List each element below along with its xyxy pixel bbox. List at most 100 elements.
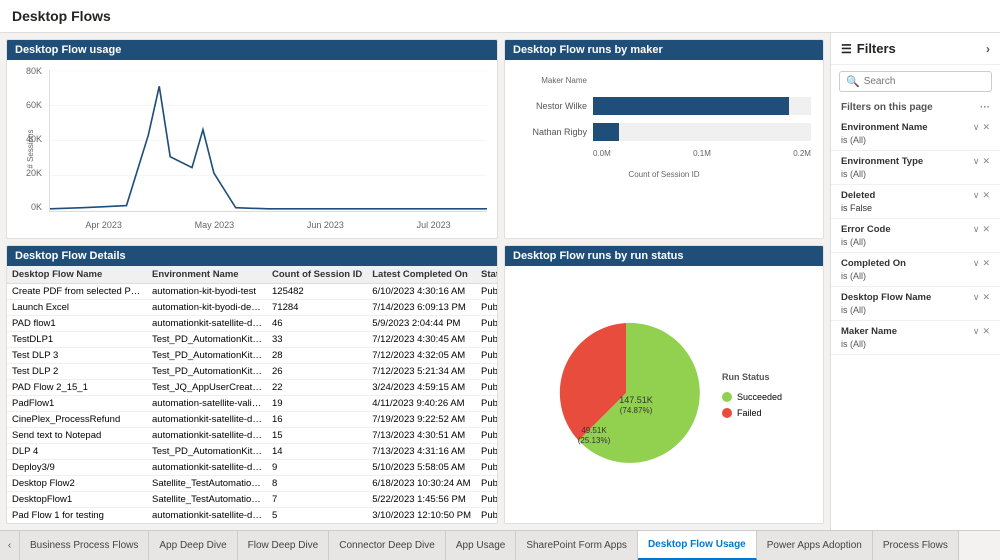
filter-clear-icon[interactable]: ✕ xyxy=(982,190,990,201)
page-header: Desktop Flows xyxy=(0,0,1000,33)
table-row[interactable]: PAD Flow 2_15_1Test_JQ_AppUserCreation22… xyxy=(7,380,497,396)
filter-value: is (All) xyxy=(841,305,990,315)
table-cell: Create PDF from selected PDF page(s) - C… xyxy=(7,284,147,300)
tab-app-usage[interactable]: App Usage xyxy=(446,531,516,560)
filter-expand-icon[interactable]: ∨ xyxy=(973,156,980,167)
filter-clear-icon[interactable]: ✕ xyxy=(982,258,990,269)
status-card: Desktop Flow runs by run status xyxy=(504,245,824,524)
filters-scroll[interactable]: Environment Name ∨ ✕ is (All) Environmen… xyxy=(831,117,1000,530)
col-flow-name: Desktop Flow Name xyxy=(7,266,147,284)
table-row[interactable]: PadFlow1automation-satellite-validation1… xyxy=(7,396,497,412)
filter-item[interactable]: Environment Name ∨ ✕ is (All) xyxy=(831,117,1000,151)
filter-item[interactable]: Deleted ∨ ✕ is False xyxy=(831,185,1000,219)
maker-row-nestor: Nestor Wilke xyxy=(517,97,811,115)
filter-clear-icon[interactable]: ✕ xyxy=(982,156,990,167)
filters-close-button[interactable]: › xyxy=(986,42,990,56)
table-cell: Satellite_TestAutomationKIT xyxy=(147,476,267,492)
table-row[interactable]: Create PDF from selected PDF page(s) - C… xyxy=(7,284,497,300)
tab-connector-deep-dive[interactable]: Connector Deep Dive xyxy=(329,531,446,560)
tab-app-deep-dive[interactable]: App Deep Dive xyxy=(149,531,237,560)
filter-expand-icon[interactable]: ∨ xyxy=(973,122,980,133)
table-row[interactable]: DesktopFlow1Satellite_TestAutomationKIT7… xyxy=(7,492,497,508)
table-row[interactable]: Launch Excelautomation-kit-byodi-demo712… xyxy=(7,300,497,316)
table-cell: 5/9/2023 2:04:44 PM xyxy=(367,316,476,332)
maker-card-body: Maker Name Nestor Wilke Nathan Rigby xyxy=(505,60,823,238)
table-cell: 26 xyxy=(267,364,367,380)
table-cell: Published xyxy=(476,412,497,428)
filters-search-box[interactable]: 🔍 xyxy=(839,71,992,92)
bottom-row: Desktop Flow Details Desktop Flow Name E… xyxy=(6,245,824,524)
filter-expand-icon[interactable]: ∨ xyxy=(973,224,980,235)
pie-succeeded-pct: (74.87%) xyxy=(620,406,653,415)
tab-desktop-flow-usage[interactable]: Desktop Flow Usage xyxy=(638,531,757,560)
table-cell: 4/11/2023 9:40:26 AM xyxy=(367,396,476,412)
table-row[interactable]: TestDLP1Test_PD_AutomationKit_Satellite3… xyxy=(7,332,497,348)
table-row[interactable]: Desktop Flow2Satellite_TestAutomationKIT… xyxy=(7,476,497,492)
table-cell: Test_PD_AutomationKit_Satellite xyxy=(147,332,267,348)
usage-y-axis: 80K 60K 40K 20K 0K xyxy=(13,66,45,212)
tab-business-process-flows[interactable]: Business Process Flows xyxy=(20,531,149,560)
pie-legend: Run Status Succeeded Failed xyxy=(722,372,782,418)
pie-chart-svg: 147.51K (74.87%) 49.51K (25.13%) xyxy=(546,313,706,473)
table-cell: Test_JQ_AppUserCreation xyxy=(147,380,267,396)
table-cell: 46 xyxy=(267,316,367,332)
table-row[interactable]: Deploy3/9automationkit-satellite-dev95/1… xyxy=(7,460,497,476)
details-table-scroll[interactable]: Desktop Flow Name Environment Name Count… xyxy=(7,266,497,523)
table-row[interactable]: Test DLP 2Test_PD_AutomationKit_Satellit… xyxy=(7,364,497,380)
table-cell: Published xyxy=(476,364,497,380)
filter-expand-icon[interactable]: ∨ xyxy=(973,292,980,303)
maker-card: Desktop Flow runs by maker Maker Name Ne… xyxy=(504,39,824,239)
filter-expand-icon[interactable]: ∨ xyxy=(973,190,980,201)
table-cell: 7/13/2023 4:30:51 AM xyxy=(367,428,476,444)
table-cell: 5/22/2023 1:45:56 PM xyxy=(367,492,476,508)
table-row[interactable]: Send text to Notepadautomationkit-satell… xyxy=(7,428,497,444)
filter-item[interactable]: Completed On ∨ ✕ is (All) xyxy=(831,253,1000,287)
filter-name: Desktop Flow Name xyxy=(841,292,931,303)
table-row[interactable]: Pad Flow 1 for testingautomationkit-sate… xyxy=(7,508,497,524)
table-cell: Test DLP 2 xyxy=(7,364,147,380)
filter-item-header: Deleted ∨ ✕ xyxy=(841,190,990,201)
filter-item-icons: ∨ ✕ xyxy=(973,326,990,337)
tab-power-apps-adoption[interactable]: Power Apps Adoption xyxy=(757,531,873,560)
filter-clear-icon[interactable]: ✕ xyxy=(982,292,990,303)
table-row[interactable]: PAD flow1automationkit-satellite-dev465/… xyxy=(7,316,497,332)
maker-x-axis: 0.0M 0.1M 0.2M xyxy=(517,149,811,158)
maker-bar-nestor xyxy=(593,97,789,115)
table-cell: 9 xyxy=(267,460,367,476)
filter-clear-icon[interactable]: ✕ xyxy=(982,224,990,235)
pie-succeeded-label: 147.51K xyxy=(619,395,653,405)
filter-name: Deleted xyxy=(841,190,875,201)
filter-clear-icon[interactable]: ✕ xyxy=(982,326,990,337)
filter-item-header: Environment Type ∨ ✕ xyxy=(841,156,990,167)
filter-item-icons: ∨ ✕ xyxy=(973,122,990,133)
legend-failed-label: Failed xyxy=(737,408,762,418)
table-row[interactable]: CinePlex_ProcessRefundautomationkit-sate… xyxy=(7,412,497,428)
filter-clear-icon[interactable]: ✕ xyxy=(982,122,990,133)
table-cell: Published xyxy=(476,428,497,444)
tab-process-flows[interactable]: Process Flows xyxy=(873,531,959,560)
table-cell: automation-kit-byodi-demo xyxy=(147,300,267,316)
table-cell: Published xyxy=(476,380,497,396)
table-cell: 3/10/2023 12:10:50 PM xyxy=(367,508,476,524)
filters-search-input[interactable] xyxy=(864,76,985,87)
table-cell: Published xyxy=(476,284,497,300)
table-row[interactable]: Test DLP 3Test_PD_AutomationKit_Satellit… xyxy=(7,348,497,364)
filter-item[interactable]: Environment Type ∨ ✕ is (All) xyxy=(831,151,1000,185)
filter-expand-icon[interactable]: ∨ xyxy=(973,258,980,269)
filter-item[interactable]: Desktop Flow Name ∨ ✕ is (All) xyxy=(831,287,1000,321)
table-cell: automationkit-satellite-dev xyxy=(147,508,267,524)
tab-flow-deep-dive[interactable]: Flow Deep Dive xyxy=(238,531,330,560)
status-card-body: 147.51K (74.87%) 49.51K (25.13%) Run Sta… xyxy=(505,266,823,523)
table-row[interactable]: DLP 4Test_PD_AutomationKit_Satellite147/… xyxy=(7,444,497,460)
filter-expand-icon[interactable]: ∨ xyxy=(973,326,980,337)
table-cell: PAD flow1 xyxy=(7,316,147,332)
table-cell: Test_PD_AutomationKit_Satellite xyxy=(147,444,267,460)
tab-sharepoint-form-apps[interactable]: SharePoint Form Apps xyxy=(516,531,638,560)
filter-item[interactable]: Error Code ∨ ✕ is (All) xyxy=(831,219,1000,253)
filter-item[interactable]: Maker Name ∨ ✕ is (All) xyxy=(831,321,1000,355)
table-cell: Pad Flow 1 for testing xyxy=(7,508,147,524)
tab-nav-left[interactable]: ‹ xyxy=(0,531,20,560)
usage-card-title: Desktop Flow usage xyxy=(7,40,497,60)
filter-item-header: Completed On ∨ ✕ xyxy=(841,258,990,269)
filter-value: is (All) xyxy=(841,169,990,179)
